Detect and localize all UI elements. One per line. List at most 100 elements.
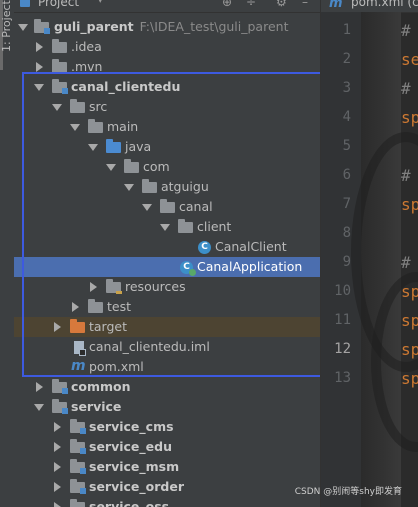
collapse-arrow-icon[interactable]: [54, 322, 61, 332]
tree-row-atguigu[interactable]: atguigu: [14, 177, 320, 197]
expand-arrow-icon[interactable]: [124, 184, 134, 191]
panel-title[interactable]: Project: [38, 0, 79, 9]
package-icon: [160, 199, 175, 213]
line-number: 5: [342, 138, 351, 154]
code-line[interactable]: #: [401, 79, 411, 98]
tree-row-service-cms[interactable]: service_cms: [14, 417, 320, 437]
module-folder-icon: [70, 479, 86, 494]
tree-row-resources[interactable]: resources: [14, 277, 320, 297]
expand-arrow-icon[interactable]: [34, 404, 44, 411]
tree-item-label: service_msm: [89, 459, 180, 474]
module-folder-icon: [52, 379, 68, 394]
collapse-arrow-icon[interactable]: [36, 382, 43, 392]
tree-item-label: resources: [125, 279, 186, 294]
tree-item-label: target: [89, 319, 128, 334]
tree-item-label: com: [143, 159, 170, 174]
tree-row-canalapplication[interactable]: C CanalApplication: [14, 257, 320, 277]
editor-tab-label[interactable]: pom.xml (c: [351, 0, 418, 9]
tree-item-label: canal_clientedu.iml: [89, 339, 210, 354]
expand-arrow-icon[interactable]: [18, 24, 28, 31]
expand-arrow-icon[interactable]: [70, 124, 80, 131]
current-line-number: 12: [334, 341, 351, 357]
code-line[interactable]: sp: [401, 369, 418, 388]
tree-item-label: main: [107, 119, 139, 134]
module-folder-icon: [70, 439, 86, 454]
tree-row-test[interactable]: test: [14, 297, 320, 317]
collapse-arrow-icon[interactable]: [54, 482, 61, 492]
tree-row-idea[interactable]: .idea: [14, 37, 320, 57]
tree-row-mvn[interactable]: .mvn: [14, 57, 320, 77]
project-path: F:\IDEA_test\guli_parent: [139, 19, 289, 34]
expand-arrow-icon[interactable]: [88, 144, 98, 151]
expand-arrow-icon[interactable]: [34, 84, 44, 91]
package-icon: [178, 219, 193, 233]
line-number: 10: [334, 283, 351, 299]
resources-folder-icon: [106, 279, 122, 294]
tree-row-service-oss[interactable]: service_oss: [14, 497, 320, 507]
expand-arrow-icon[interactable]: [142, 204, 152, 211]
folder-icon: [88, 119, 103, 133]
expand-arrow-icon[interactable]: [52, 104, 62, 111]
tree-row-guli-parent[interactable]: guli_parent F:\IDEA_test\guli_parent: [14, 17, 320, 37]
panel-header: Project ▾ ⊕ ÷ ⚙ –: [14, 0, 320, 13]
code-line[interactable]: sp: [401, 282, 418, 301]
collapse-arrow-icon[interactable]: [54, 422, 61, 432]
tree-item-label: service_edu: [89, 439, 172, 454]
gear-icon[interactable]: ⚙: [276, 0, 287, 9]
tree-row-pom[interactable]: m pom.xml: [14, 357, 320, 377]
tree-item-label: CanalClient: [215, 239, 287, 254]
project-icon: [20, 0, 30, 7]
tree-row-java[interactable]: java: [14, 137, 320, 157]
code-line[interactable]: #: [401, 166, 411, 185]
chevron-down-icon[interactable]: ▾: [98, 0, 103, 6]
tree-row-service[interactable]: service: [14, 397, 320, 417]
hide-icon[interactable]: –: [302, 0, 308, 9]
tree-item-label: .idea: [71, 39, 102, 54]
tree-row-target[interactable]: target: [14, 317, 320, 337]
tree-row-service-order[interactable]: service_order: [14, 477, 320, 497]
tree-row-canal[interactable]: canal: [14, 197, 320, 217]
collapse-arrow-icon[interactable]: [54, 442, 61, 452]
locate-icon[interactable]: ⊕: [222, 0, 232, 9]
tree-item-label: service: [71, 399, 122, 414]
tree-row-com[interactable]: com: [14, 157, 320, 177]
expand-arrow-icon[interactable]: [106, 164, 116, 171]
collapse-arrow-icon[interactable]: [54, 502, 61, 507]
tree-row-canal-clientedu[interactable]: canal_clientedu: [14, 77, 320, 97]
collapse-arrow-icon[interactable]: [90, 282, 97, 292]
code-line[interactable]: #: [401, 21, 411, 40]
code-line[interactable]: sp: [401, 108, 418, 127]
line-number: 1: [342, 22, 351, 38]
tree-item-label: common: [71, 379, 131, 394]
tree-item-label: .mvn: [71, 59, 103, 74]
tree-item-label: src: [89, 99, 108, 114]
code-line[interactable]: sp: [401, 195, 418, 214]
module-folder-icon: [52, 79, 68, 94]
expand-arrow-icon[interactable]: [160, 224, 170, 231]
collapse-all-icon[interactable]: ÷: [246, 0, 256, 9]
collapse-arrow-icon[interactable]: [54, 462, 61, 472]
tree-item-label: test: [107, 299, 132, 314]
collapse-arrow-icon[interactable]: [36, 62, 43, 72]
tree-row-canalclient[interactable]: C CanalClient: [14, 237, 320, 257]
tree-row-service-edu[interactable]: service_edu: [14, 437, 320, 457]
code-line[interactable]: #: [401, 253, 411, 272]
tree-row-iml[interactable]: canal_clientedu.iml: [14, 337, 320, 357]
folder-icon: [70, 99, 85, 113]
excluded-folder-icon: [70, 319, 85, 333]
tree-item-label: service_oss: [89, 499, 170, 507]
code-line[interactable]: sp: [401, 311, 418, 330]
editor-pane[interactable]: m pom.xml (c 1 2 3 4 5 6 7 8 9 10 11 12 …: [320, 0, 418, 507]
project-tool-window-button[interactable]: 1: Project: [0, 0, 14, 70]
collapse-arrow-icon[interactable]: [36, 42, 43, 52]
project-panel: Project ▾ ⊕ ÷ ⚙ – guli_parent F:\IDEA_tes…: [14, 0, 320, 507]
code-line[interactable]: sp: [401, 340, 418, 359]
tree-row-main[interactable]: main: [14, 117, 320, 137]
tool-window-strip: 1: Project: [0, 0, 15, 507]
code-line[interactable]: se: [401, 50, 418, 69]
tree-row-common[interactable]: common: [14, 377, 320, 397]
collapse-arrow-icon[interactable]: [72, 302, 79, 312]
tree-row-service-msm[interactable]: service_msm: [14, 457, 320, 477]
tree-row-client[interactable]: client: [14, 217, 320, 237]
tree-row-src[interactable]: src: [14, 97, 320, 117]
